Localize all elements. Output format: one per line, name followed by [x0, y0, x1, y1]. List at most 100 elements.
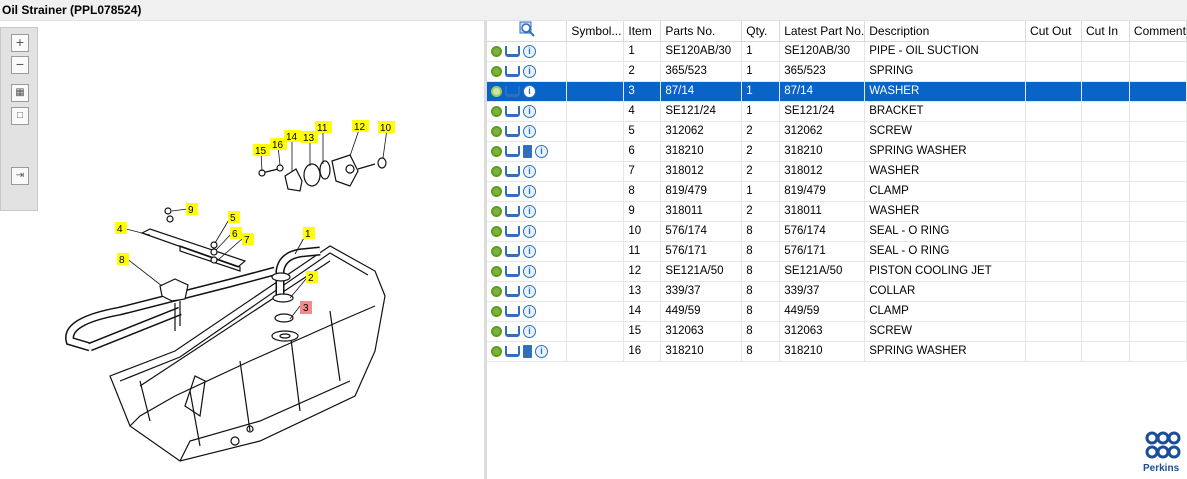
diagram-pane[interactable]: + − ▦ □ ⇥ 1 2 3 4 5 6 7 8 9 10 11 12 13 … [0, 21, 484, 479]
callout-2[interactable]: 2 [306, 271, 318, 284]
shopping-cart-icon[interactable] [505, 325, 520, 337]
table-row[interactable]: i 10 576/174 8 576/174 SEAL - O RING [487, 221, 1187, 242]
settings-gear-icon[interactable] [491, 165, 502, 177]
cell-latest-part-no: 312062 [779, 121, 866, 142]
table-row[interactable]: i 9 318011 2 318011 WASHER [487, 201, 1187, 222]
cell-item: 14 [623, 301, 662, 322]
table-row[interactable]: i 16 318210 8 318210 SPRING WASHER [487, 341, 1187, 362]
info-icon[interactable]: i [523, 84, 536, 98]
cell-latest-part-no: SE121A/50 [779, 261, 866, 282]
column-cut-in[interactable]: Cut In [1081, 21, 1130, 42]
cell-cut-in [1081, 61, 1130, 82]
column-filter[interactable] [487, 21, 568, 42]
shopping-cart-icon[interactable] [505, 165, 520, 177]
exploded-diagram[interactable]: 1 2 3 4 5 6 7 8 9 10 11 12 13 14 15 16 [0, 21, 484, 479]
info-icon[interactable]: i [523, 164, 536, 178]
column-cut-out[interactable]: Cut Out [1025, 21, 1082, 42]
manual-book-icon[interactable] [523, 144, 532, 158]
callout-8[interactable]: 8 [117, 253, 129, 266]
table-row[interactable]: i 1 SE120AB/30 1 SE120AB/30 PIPE - OIL SUCTIO… [487, 41, 1187, 62]
column-parts-no[interactable]: Parts No. [660, 21, 743, 42]
info-icon[interactable]: i [523, 124, 536, 138]
table-row[interactable]: i 7 318012 2 318012 WASHER [487, 161, 1187, 182]
shopping-cart-icon[interactable] [505, 205, 520, 217]
shopping-cart-icon[interactable] [505, 225, 520, 237]
info-icon[interactable]: i [523, 184, 536, 198]
info-icon[interactable]: i [523, 224, 536, 238]
settings-gear-icon[interactable] [491, 65, 502, 77]
shopping-cart-icon[interactable] [505, 65, 520, 77]
shopping-cart-icon[interactable] [505, 345, 520, 357]
table-row[interactable]: i 12 SE121A/50 8 SE121A/50 PISTON COOLING JET [487, 261, 1187, 282]
info-icon[interactable]: i [523, 304, 536, 318]
settings-gear-icon[interactable] [491, 225, 502, 237]
settings-gear-icon[interactable] [491, 305, 502, 317]
column-comment[interactable]: Comment [1129, 21, 1187, 42]
callout-13[interactable]: 13 [301, 131, 318, 144]
shopping-cart-icon[interactable] [505, 45, 520, 57]
settings-gear-icon[interactable] [491, 265, 502, 277]
table-row[interactable]: i 5 312062 2 312062 SCREW [487, 121, 1187, 142]
settings-gear-icon[interactable] [491, 285, 502, 297]
info-icon[interactable]: i [523, 324, 536, 338]
column-symbol[interactable]: Symbol... [566, 21, 625, 42]
shopping-cart-icon[interactable] [505, 105, 520, 117]
column-description[interactable]: Description [864, 21, 1027, 42]
info-icon[interactable]: i [523, 284, 536, 298]
settings-gear-icon[interactable] [491, 145, 502, 157]
table-row[interactable]: i 3 87/14 1 87/14 WASHER [487, 81, 1187, 102]
info-icon[interactable]: i [523, 64, 536, 78]
callout-15[interactable]: 15 [253, 144, 270, 157]
callout-9[interactable]: 9 [186, 203, 198, 216]
settings-gear-icon[interactable] [491, 85, 502, 97]
callout-10[interactable]: 10 [378, 121, 395, 134]
settings-gear-icon[interactable] [491, 125, 502, 137]
svg-text:10: 10 [380, 123, 392, 134]
callout-16[interactable]: 16 [270, 138, 287, 151]
shopping-cart-icon[interactable] [505, 305, 520, 317]
shopping-cart-icon[interactable] [505, 265, 520, 277]
shopping-cart-icon[interactable] [505, 185, 520, 197]
table-row[interactable]: i 6 318210 2 318210 SPRING WASHER [487, 141, 1187, 162]
shopping-cart-icon[interactable] [505, 85, 520, 97]
settings-gear-icon[interactable] [491, 345, 502, 357]
info-icon[interactable]: i [523, 44, 536, 58]
callout-4[interactable]: 4 [115, 222, 127, 235]
column-qty[interactable]: Qty. [741, 21, 781, 42]
settings-gear-icon[interactable] [491, 245, 502, 257]
settings-gear-icon[interactable] [491, 105, 502, 117]
cell-qty: 1 [741, 101, 781, 122]
info-icon[interactable]: i [535, 344, 548, 358]
settings-gear-icon[interactable] [491, 45, 502, 57]
column-item[interactable]: Item [623, 21, 662, 42]
table-row[interactable]: i 8 819/479 1 819/479 CLAMP [487, 181, 1187, 202]
shopping-cart-icon[interactable] [505, 245, 520, 257]
callout-5[interactable]: 5 [228, 211, 240, 224]
table-row[interactable]: i 2 365/523 1 365/523 SPRING [487, 61, 1187, 82]
manual-book-icon[interactable] [523, 344, 532, 358]
callout-1[interactable]: 1 [303, 227, 315, 240]
callout-6[interactable]: 6 [230, 227, 242, 240]
callout-labels: 1 2 3 4 5 6 7 8 9 10 11 12 13 14 15 16 [115, 120, 395, 314]
shopping-cart-icon[interactable] [505, 125, 520, 137]
table-row[interactable]: i 13 339/37 8 339/37 COLLAR [487, 281, 1187, 302]
column-latest-part-no[interactable]: Latest Part No. [779, 21, 866, 42]
settings-gear-icon[interactable] [491, 325, 502, 337]
shopping-cart-icon[interactable] [505, 145, 520, 157]
callout-3[interactable]: 3 [300, 301, 312, 314]
info-icon[interactable]: i [535, 144, 548, 158]
settings-gear-icon[interactable] [491, 185, 502, 197]
table-row[interactable]: i 11 576/171 8 576/171 SEAL - O RING [487, 241, 1187, 262]
settings-gear-icon[interactable] [491, 205, 502, 217]
info-icon[interactable]: i [523, 104, 536, 118]
callout-12[interactable]: 12 [352, 120, 369, 133]
table-row[interactable]: i 15 312063 8 312063 SCREW [487, 321, 1187, 342]
search-filter-icon[interactable] [519, 21, 535, 37]
callout-7[interactable]: 7 [242, 233, 254, 246]
info-icon[interactable]: i [523, 264, 536, 278]
info-icon[interactable]: i [523, 204, 536, 218]
table-row[interactable]: i 14 449/59 8 449/59 CLAMP [487, 301, 1187, 322]
info-icon[interactable]: i [523, 244, 536, 258]
table-row[interactable]: i 4 SE121/24 1 SE121/24 BRACKET [487, 101, 1187, 122]
shopping-cart-icon[interactable] [505, 285, 520, 297]
